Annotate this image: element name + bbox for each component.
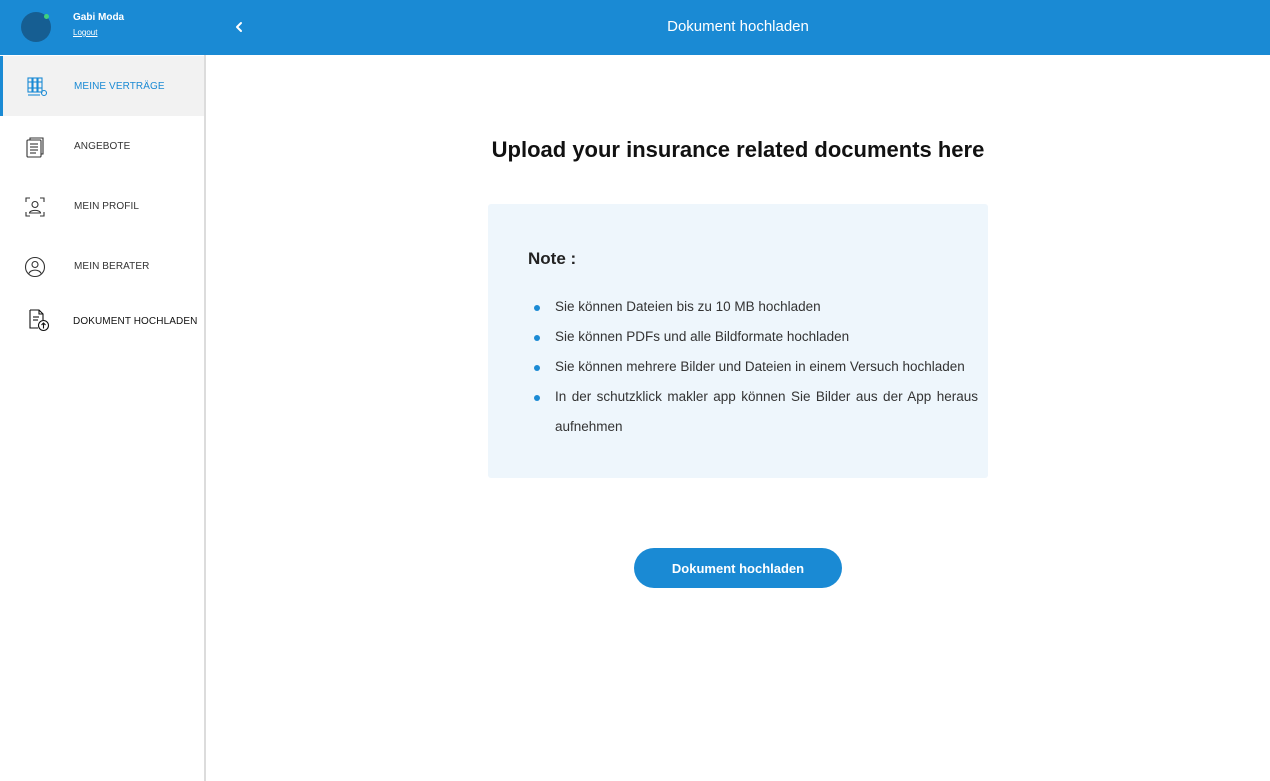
document-icon <box>24 136 46 158</box>
bullet-icon <box>534 335 540 341</box>
list-item: Sie können Dateien bis zu 10 MB hochlade… <box>528 292 978 322</box>
contracts-icon <box>26 76 48 98</box>
note-box: Note : Sie können Dateien bis zu 10 MB h… <box>488 204 988 478</box>
sidebar-item-label: MEIN BERATER <box>74 261 150 272</box>
sidebar-item-label: ANGEBOTE <box>74 141 131 152</box>
user-profile: Gabi Moda Logout <box>0 0 206 55</box>
advisor-icon <box>24 256 46 278</box>
bullet-icon <box>534 305 540 311</box>
note-text: Sie können PDFs und alle Bildformate hoc… <box>555 329 850 344</box>
note-text: Sie können Dateien bis zu 10 MB hochlade… <box>555 299 821 314</box>
top-bar: Dokument hochladen <box>206 0 1270 55</box>
note-text: In der schutzklick makler app können Sie… <box>555 389 978 434</box>
note-text: Sie können mehrere Bilder und Dateien in… <box>555 359 965 374</box>
profile-icon <box>24 196 46 218</box>
sidebar-item-label: DOKUMENT HOCHLADEN <box>73 316 198 327</box>
sidebar-item-mein-berater[interactable]: MEIN BERATER <box>0 236 204 296</box>
sidebar-item-dokument-hochladen[interactable]: DOKUMENT HOCHLADEN <box>0 296 204 356</box>
sidebar-item-label: MEIN PROFIL <box>74 201 139 212</box>
sidebar-item-angebote[interactable]: ANGEBOTE <box>0 116 204 176</box>
logout-link[interactable]: Logout <box>73 28 97 37</box>
sidebar: Gabi Moda Logout MEINE VERTRÄGE ANGEBOTE… <box>0 0 206 781</box>
sidebar-item-mein-profil[interactable]: MEIN PROFIL <box>0 176 204 236</box>
bullet-icon <box>534 395 540 401</box>
online-status-indicator <box>44 14 49 19</box>
sidebar-item-label: MEINE VERTRÄGE <box>74 81 165 92</box>
list-item: Sie können PDFs und alle Bildformate hoc… <box>528 322 978 352</box>
note-title: Note : <box>528 249 577 268</box>
list-item: Sie können mehrere Bilder und Dateien in… <box>528 352 978 382</box>
user-name: Gabi Moda <box>73 12 125 23</box>
bullet-icon <box>534 365 540 371</box>
list-item: In der schutzklick makler app können Sie… <box>528 382 978 442</box>
note-list: Sie können Dateien bis zu 10 MB hochlade… <box>528 292 978 442</box>
upload-document-button[interactable]: Dokument hochladen <box>634 548 842 588</box>
page-title: Upload your insurance related documents … <box>491 137 985 162</box>
upload-document-icon <box>27 308 50 332</box>
page-header-title: Dokument hochladen <box>667 18 809 35</box>
sidebar-nav: MEINE VERTRÄGE ANGEBOTE MEIN PROFIL MEIN… <box>0 56 204 356</box>
sidebar-item-meine-vertraege[interactable]: MEINE VERTRÄGE <box>0 56 204 116</box>
